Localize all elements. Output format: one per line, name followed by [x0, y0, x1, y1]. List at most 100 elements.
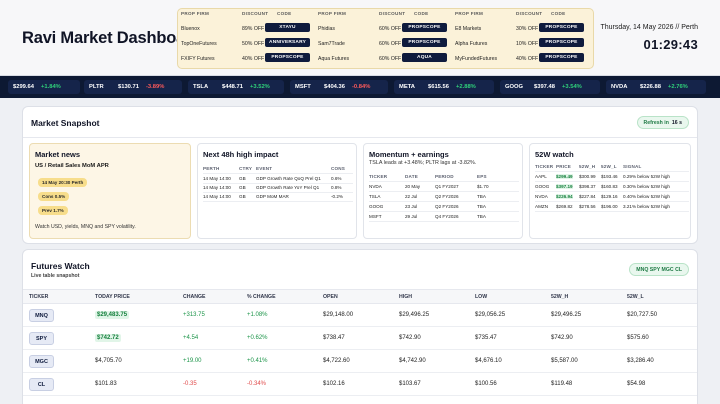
promo-row: FXIFY Futures 40% OFF PROPSCOPE — [181, 53, 317, 65]
ticker-item[interactable]: MSFT $404.36 -0.84% — [290, 80, 388, 94]
clock-time: 01:29:43 — [643, 37, 698, 52]
ticker-item[interactable]: $299.64 +1.84% — [8, 80, 80, 94]
futures-ticker-badge[interactable]: SPY — [29, 332, 54, 345]
promo-code-button[interactable]: PROPSCOPE — [539, 23, 584, 32]
mini-cell: 29 Jul — [405, 214, 418, 219]
mini-table-rule — [535, 171, 689, 172]
futures-ticker-badge[interactable]: CL — [29, 378, 54, 391]
mini-row-rule — [203, 192, 353, 193]
promo-code-button[interactable]: ANNIVERSARY — [265, 38, 310, 47]
futures-low: $29,056.25 — [475, 312, 506, 318]
mini-row-rule — [535, 191, 689, 192]
futures-symbols-pill[interactable]: MNQ SPY MGC CL — [629, 263, 689, 276]
52w-table: TICKER PRICE 52W_H 52W_L SIGNAL AAPL $299.49 $3… — [535, 164, 689, 234]
futures-l52: $575.60 — [627, 335, 649, 341]
mini-cell: $398.37 — [579, 184, 596, 189]
ticker-item[interactable]: PLTR $130.71 -3.89% — [84, 80, 182, 94]
mini-header-cell: DATE — [405, 174, 418, 179]
futures-row[interactable]: SPY $742.72 +4.54 +0.62% $738.47 $742.90 $735.… — [23, 328, 697, 350]
promo-header-firm: PROP FIRM — [181, 11, 210, 16]
promo-group: PROP FIRM DISCOUNT CODE Phidias 60% OFF PROPS… — [318, 11, 454, 68]
promo-code-button[interactable]: PROPSCOPE — [539, 53, 584, 62]
ticker-price: $615.56 — [428, 84, 449, 90]
ticker-item[interactable]: GOOG $397.48 +3.54% — [500, 80, 600, 94]
futures-pct-change: +1.08% — [247, 312, 268, 318]
promo-firm: Sam7Trade — [318, 41, 345, 47]
ticker-change: +2.76% — [668, 84, 688, 90]
promo-row: TopOneFutures 50% OFF ANNIVERSARY — [181, 38, 317, 50]
promo-code-button[interactable]: PROPSCOPE — [402, 23, 447, 32]
mini-cell: 23 Jul — [405, 204, 418, 209]
promo-code-button[interactable]: XTAYU — [265, 23, 310, 32]
ticker-price: $130.71 — [118, 84, 139, 90]
mini-cell: $226.94 — [556, 194, 573, 199]
mini-header-cell: PERIOD — [435, 174, 454, 179]
mini-row-rule — [535, 201, 689, 202]
refresh-button[interactable]: Refresh in 16 s — [636, 116, 689, 129]
promo-firm: Phidias — [318, 26, 336, 32]
ticker-item[interactable]: NVDA $226.88 +2.76% — [606, 80, 706, 94]
promo-code-button[interactable]: AQUA — [402, 53, 447, 62]
mini-cell: $269.82 — [556, 204, 573, 209]
promo-firm: MyFundedFutures — [455, 56, 498, 62]
futures-row[interactable]: MNQ $29,483.75 +313.75 +1.08% $29,148.00 $29,… — [23, 305, 697, 327]
mini-cell: GB — [239, 194, 246, 199]
promo-discount: 89% OFF — [242, 26, 265, 32]
ticker-symbol: MSFT — [295, 84, 311, 90]
futures-ticker-badge[interactable]: MGC — [29, 355, 54, 368]
futures-open: $4,722.60 — [323, 358, 350, 364]
momentum-panel: Momentum + earnings TSLA leads at +3.48%… — [363, 143, 523, 239]
mini-cell: GDP MoM MAR — [256, 194, 289, 199]
mini-cell: -0.2% — [331, 194, 344, 199]
mini-row-rule — [535, 181, 689, 182]
high-impact-table: PERTH CTRY EVENT CONS 14 May 14:00 GB GDP Grow… — [203, 166, 353, 216]
futures-subtitle: Live table snapshot — [31, 273, 80, 279]
mini-cell: 14 May 14:00 — [203, 176, 231, 181]
ticker-price: $404.36 — [324, 84, 345, 90]
ticker-item[interactable]: TSLA $448.71 +3.52% — [188, 80, 284, 94]
momentum-title: Momentum + earnings — [369, 150, 449, 159]
futures-header-cell: 52W_H — [551, 294, 569, 300]
promo-firm: Bluenox — [181, 26, 200, 32]
futures-h52: $742.90 — [551, 335, 573, 341]
ticker-change: +1.84% — [41, 84, 61, 90]
ticker-price: $226.88 — [640, 84, 661, 90]
mini-cell: TBA — [477, 194, 486, 199]
futures-ticker-badge[interactable]: MNQ — [29, 309, 54, 322]
ticker-item[interactable]: META $615.56 +2.88% — [394, 80, 494, 94]
ticker-symbol: TSLA — [193, 84, 209, 90]
promo-row: MyFundedFutures 40% OFF PROPSCOPE — [455, 53, 591, 65]
52w-title: 52W watch — [535, 150, 574, 159]
mini-cell: Q4 FY2026 — [435, 214, 459, 219]
promo-header-row: PROP FIRM DISCOUNT CODE — [181, 11, 317, 20]
promo-group: PROP FIRM DISCOUNT CODE E8 Markets 30% OFF PR… — [455, 11, 591, 68]
promo-header-discount: DISCOUNT — [242, 11, 269, 16]
futures-low: $735.47 — [475, 335, 497, 341]
mini-cell: 0.8% — [331, 185, 342, 190]
mini-header-cell: CTRY — [239, 166, 253, 171]
futures-high: $4,742.90 — [399, 358, 426, 364]
futures-row[interactable]: CL $101.83 -0.35 -0.34% $102.16 $103.67 $100.5… — [23, 374, 697, 396]
ticker-price: $299.64 — [13, 84, 34, 90]
futures-row[interactable]: MGC $4,705.70 +19.00 +0.41% $4,722.60 $4,742.… — [23, 351, 697, 373]
news-headline: US / Retail Sales MoM APR — [35, 163, 109, 169]
futures-header-cell: TODAY PRICE — [95, 294, 130, 300]
mini-header-cell: PERTH — [203, 166, 220, 171]
ticker-change: +2.88% — [456, 84, 476, 90]
news-note: Watch USD, yields, MNQ and SPY volatilit… — [35, 224, 136, 230]
futures-l52: $20,727.50 — [627, 312, 658, 318]
promo-code-button[interactable]: PROPSCOPE — [539, 38, 584, 47]
futures-pct-change: +0.41% — [247, 358, 268, 364]
promo-header-code: CODE — [551, 11, 566, 16]
mini-cell: $227.84 — [579, 194, 596, 199]
promo-header-row: PROP FIRM DISCOUNT CODE — [318, 11, 454, 20]
mini-row-rule — [369, 191, 519, 192]
futures-header-cell: 52W_L — [627, 294, 644, 300]
mini-cell: $196.00 — [601, 204, 618, 209]
ticker-symbol: PLTR — [89, 84, 104, 90]
promo-discount: 60% OFF — [379, 41, 402, 47]
futures-price: $742.72 — [95, 334, 121, 342]
market-snapshot-card: Market Snapshot Refresh in 16 s Market ne… — [22, 106, 698, 244]
promo-code-button[interactable]: PROPSCOPE — [402, 38, 447, 47]
promo-code-button[interactable]: PROPSCOPE — [265, 53, 310, 62]
